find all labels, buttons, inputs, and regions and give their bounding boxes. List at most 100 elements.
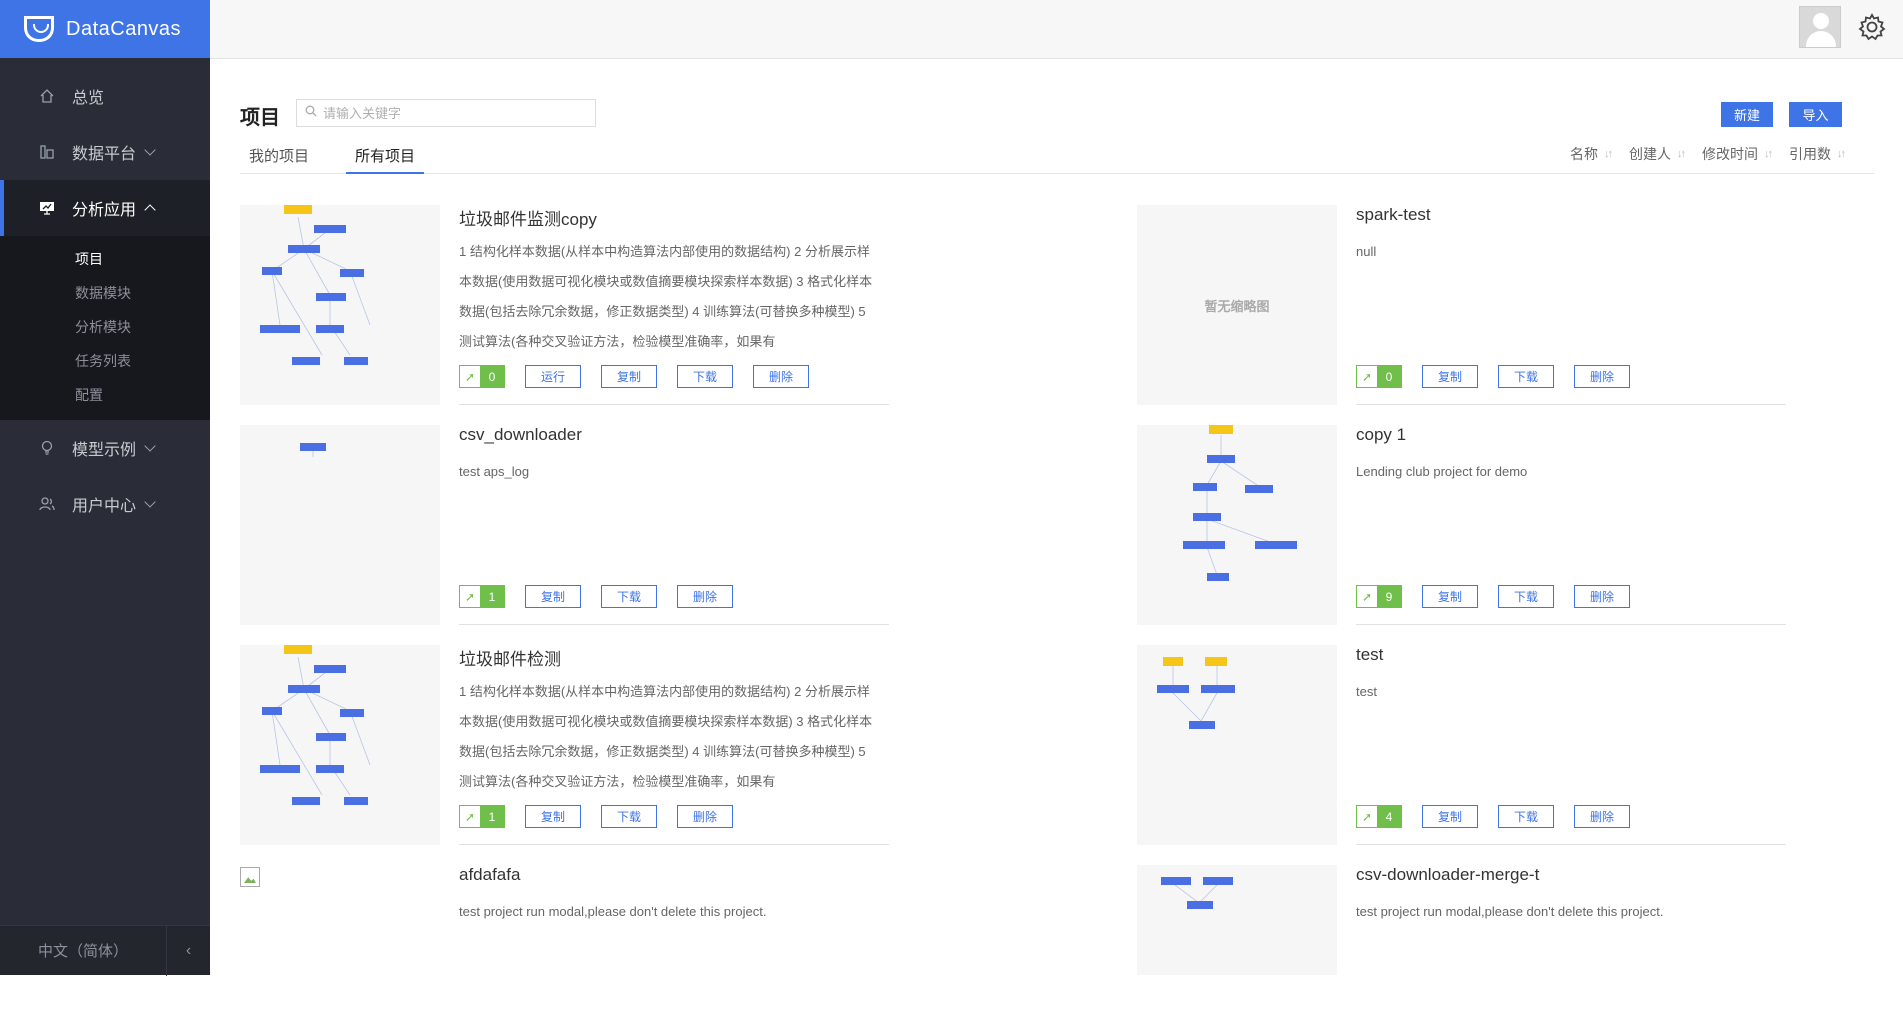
- reference-count-badge: ➚ 1: [459, 585, 505, 608]
- workflow-thumbnail[interactable]: [240, 425, 440, 625]
- copy-button[interactable]: 复制: [525, 585, 581, 608]
- workflow-thumbnail[interactable]: [1137, 645, 1337, 845]
- nav-item-label: 用户中心: [72, 498, 137, 515]
- import-project-button[interactable]: 导入: [1789, 102, 1842, 127]
- copy-button[interactable]: 复制: [525, 805, 581, 828]
- project-info: test test ➚ 4 复制 下载 删除: [1356, 645, 1786, 845]
- search-input[interactable]: [323, 105, 583, 121]
- collapse-sidebar-button[interactable]: ‹: [166, 925, 210, 976]
- submenu-item-projects[interactable]: 项目: [0, 242, 210, 276]
- project-description: test project run modal,please don't dele…: [1356, 904, 1664, 919]
- logo-text: DataCanvas: [66, 17, 182, 40]
- submenu-item-data-modules[interactable]: 数据模块: [0, 276, 210, 310]
- reference-count: 4: [1377, 806, 1401, 827]
- delete-button[interactable]: 删除: [677, 585, 733, 608]
- language-selector[interactable]: 中文（简体）: [0, 940, 166, 961]
- project-card: afdafafa test project run modal,please d…: [240, 865, 890, 975]
- copy-button[interactable]: 复制: [1422, 805, 1478, 828]
- download-button[interactable]: 下载: [601, 805, 657, 828]
- project-name[interactable]: csv_downloader: [459, 425, 582, 445]
- new-project-button[interactable]: 新建: [1721, 102, 1773, 127]
- workflow-thumbnail[interactable]: [1137, 425, 1337, 625]
- chevron-down-icon: [144, 496, 156, 508]
- project-description: 1 结构化样本数据(从样本中构造算法内部使用的数据结构) 2 分析展示样本数据(…: [459, 244, 873, 349]
- project-name[interactable]: 垃圾邮件监测copy: [459, 205, 597, 230]
- workflow-thumbnail[interactable]: 暂无缩略图: [1137, 205, 1337, 405]
- workflow-thumbnail[interactable]: [240, 205, 440, 405]
- reference-count-badge: ➚ 4: [1356, 805, 1402, 828]
- project-card: test test ➚ 4 复制 下载 删除: [1137, 645, 1787, 845]
- project-name[interactable]: spark-test: [1356, 205, 1431, 225]
- sort-label: 引用数: [1789, 146, 1831, 162]
- project-actions: ➚ 4 复制 下载 删除: [1356, 805, 1650, 828]
- copy-button[interactable]: 复制: [601, 365, 657, 388]
- sort-arrows-icon: ↓↑: [1837, 148, 1846, 160]
- copy-button[interactable]: 复制: [1422, 365, 1478, 388]
- delete-button[interactable]: 删除: [677, 805, 733, 828]
- lightbulb-icon: [38, 439, 56, 457]
- project-card: 垃圾邮件监测copy 1 结构化样本数据(从样本中构造算法内部使用的数据结构) …: [240, 205, 890, 405]
- workflow-thumbnail[interactable]: [240, 865, 440, 975]
- delete-button[interactable]: 删除: [753, 365, 809, 388]
- run-button[interactable]: 运行: [525, 365, 581, 388]
- project-info: csv-downloader-merge-t test project run …: [1356, 865, 1786, 975]
- tab-my-projects[interactable]: 我的项目: [240, 143, 318, 174]
- download-button[interactable]: 下载: [601, 585, 657, 608]
- nav-item-overview[interactable]: 总览: [0, 68, 210, 124]
- reference-count: 0: [480, 366, 504, 387]
- project-name[interactable]: test: [1356, 645, 1383, 665]
- nav-item-user-center[interactable]: 用户中心: [0, 476, 210, 532]
- workflow-thumbnail[interactable]: [240, 645, 440, 845]
- reference-count-badge: ➚ 1: [459, 805, 505, 828]
- delete-button[interactable]: 删除: [1574, 585, 1630, 608]
- sort-by-name[interactable]: 名称 ↓↑: [1570, 144, 1613, 164]
- reference-count-badge: ➚ 0: [459, 365, 505, 388]
- nav-item-data-platform[interactable]: 数据平台: [0, 124, 210, 180]
- page-title: 项目: [240, 107, 280, 129]
- sidebar: DataCanvas 总览 数据平台 分析应用 项目 数据模块 分析模块 任务列…: [0, 0, 210, 976]
- tab-all-projects[interactable]: 所有项目: [346, 143, 425, 174]
- project-description: test project run modal,please don't dele…: [459, 904, 767, 919]
- project-actions: ➚ 0 复制 下载 删除: [1356, 365, 1650, 388]
- submenu-item-config[interactable]: 配置: [0, 378, 210, 412]
- gear-icon[interactable]: [1857, 12, 1887, 42]
- submenu-item-analysis-modules[interactable]: 分析模块: [0, 310, 210, 344]
- nav-item-label: 模型示例: [72, 442, 137, 459]
- project-info: copy 1 Lending club project for demo ➚ 9…: [1356, 425, 1786, 625]
- avatar[interactable]: [1799, 6, 1841, 48]
- chevron-down-icon: [144, 440, 156, 452]
- project-description: test aps_log: [459, 464, 530, 479]
- logo[interactable]: DataCanvas: [0, 0, 210, 58]
- nav-item-model-examples[interactable]: 模型示例: [0, 420, 210, 476]
- nav-item-label: 分析应用: [72, 202, 137, 219]
- download-button[interactable]: 下载: [677, 365, 733, 388]
- project-name[interactable]: csv-downloader-merge-t: [1356, 865, 1539, 885]
- download-button[interactable]: 下载: [1498, 585, 1554, 608]
- sort-by-references[interactable]: 引用数 ↓↑: [1789, 144, 1846, 164]
- delete-button[interactable]: 删除: [1574, 365, 1630, 388]
- project-description: null: [1356, 244, 1377, 259]
- sort-label: 名称: [1570, 146, 1598, 162]
- download-button[interactable]: 下载: [1498, 365, 1554, 388]
- submenu-item-task-list[interactable]: 任务列表: [0, 344, 210, 378]
- sort-by-creator[interactable]: 创建人 ↓↑: [1629, 144, 1686, 164]
- top-bar: [210, 0, 1903, 59]
- user-icon: [38, 495, 56, 513]
- delete-button[interactable]: 删除: [1574, 805, 1630, 828]
- project-name[interactable]: copy 1: [1356, 425, 1406, 445]
- cursor-icon: ➚: [464, 589, 476, 604]
- project-name[interactable]: 垃圾邮件检测: [459, 645, 561, 670]
- copy-button[interactable]: 复制: [1422, 585, 1478, 608]
- sort-by-modified[interactable]: 修改时间 ↓↑: [1702, 144, 1773, 164]
- sort-bar: 名称 ↓↑ 创建人 ↓↑ 修改时间 ↓↑ 引用数 ↓↑: [1570, 144, 1846, 164]
- nav-item-analysis-app[interactable]: 分析应用: [0, 180, 210, 236]
- workflow-thumbnail[interactable]: [1137, 865, 1337, 975]
- download-button[interactable]: 下载: [1498, 805, 1554, 828]
- cursor-icon: ➚: [1361, 809, 1373, 824]
- reference-count: 1: [480, 586, 504, 607]
- project-info: 垃圾邮件监测copy 1 结构化样本数据(从样本中构造算法内部使用的数据结构) …: [459, 205, 889, 405]
- cursor-icon: ➚: [1361, 369, 1373, 384]
- main-content: 项目 新建 导入 我的项目 所有项目 名称 ↓↑ 创建人 ↓↑ 修改时间 ↓↑ 引用数…: [240, 59, 1874, 975]
- nav-item-label: 总览: [72, 90, 105, 107]
- project-name[interactable]: afdafafa: [459, 865, 520, 885]
